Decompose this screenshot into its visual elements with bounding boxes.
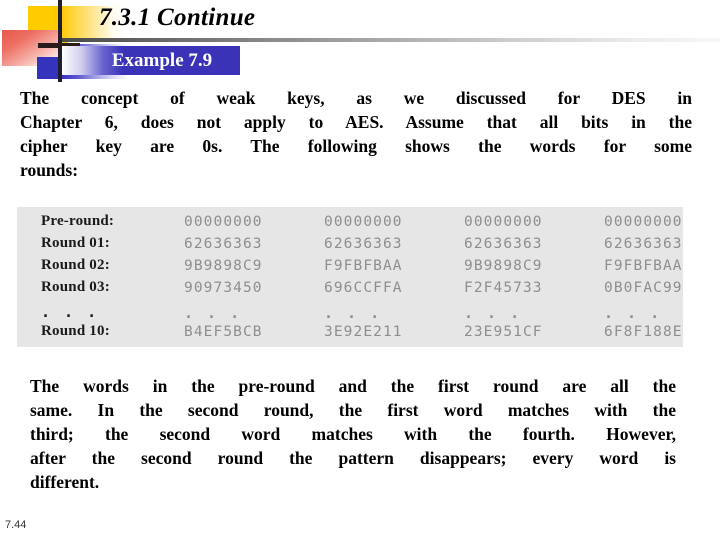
table-row: Round 03: 90973450 696CCFFA F2F45733 0B0… (17, 279, 683, 301)
table-row: Round 01: 62636363 62636363 62636363 626… (17, 235, 683, 257)
round-word: 00000000 (324, 214, 403, 230)
conclusion-paragraph-line: different. (30, 472, 100, 492)
row-label: Round 03: (41, 279, 110, 295)
round-word: 90973450 (184, 280, 263, 296)
round-word: F9FBFBAA (324, 258, 403, 274)
slide-title: 7.3.1 Continue (99, 4, 256, 31)
round-word: F9FBFBAA (604, 258, 683, 274)
round-word: F2F45733 (464, 280, 543, 296)
round-word: 62636363 (324, 236, 403, 252)
round-word: 9B9898C9 (184, 258, 263, 274)
conclusion-paragraph-line: third; the second word matches with the … (30, 424, 676, 444)
intro-paragraph-line: Chapter 6, does not apply to AES. Assume… (20, 112, 692, 132)
row-label: Round 01: (41, 235, 110, 251)
table-row: Round 02: 9B9898C9 F9FBFBAA 9B9898C9 F9F… (17, 257, 683, 279)
round-word: 23E951CF (464, 324, 543, 340)
table-row: Round 10: B4EF5BCB 3E92E211 23E951CF 6F8… (17, 323, 683, 345)
round-word: . . . (604, 304, 662, 322)
table-row-ellipsis: . . . . . . . . . . . . . . . (17, 303, 683, 325)
row-label: Pre-round: (41, 213, 115, 229)
round-word: 00000000 (604, 214, 683, 230)
round-word: 3E92E211 (324, 324, 403, 340)
conclusion-paragraph-line: The words in the pre-round and the first… (30, 376, 676, 396)
conclusion-paragraph: The words in the pre-round and the first… (30, 374, 676, 494)
round-word: 9B9898C9 (464, 258, 543, 274)
row-label: Round 02: (41, 257, 110, 273)
round-word: 6F8F188E (604, 324, 683, 340)
round-word: 62636363 (184, 236, 263, 252)
example-banner: Example 7.9 (62, 46, 240, 75)
conclusion-paragraph-line: after the second round the pattern disap… (30, 448, 676, 468)
round-word: 00000000 (184, 214, 263, 230)
round-word: . . . (464, 304, 522, 322)
row-label: Round 10: (41, 323, 110, 339)
intro-paragraph-line: cipher key are 0s. The following shows t… (20, 136, 692, 156)
intro-paragraph: The concept of weak keys, as we discusse… (20, 86, 692, 182)
page-number: 7.44 (5, 519, 27, 531)
table-row: Pre-round: 00000000 00000000 00000000 00… (17, 213, 683, 235)
intro-paragraph-line: rounds: (20, 160, 79, 180)
round-word: 62636363 (464, 236, 543, 252)
round-word: 696CCFFA (324, 280, 403, 296)
row-label: . . . (41, 303, 99, 321)
round-word: 62636363 (604, 236, 683, 252)
round-word: B4EF5BCB (184, 324, 263, 340)
conclusion-paragraph-line: same. In the second round, the first wor… (30, 400, 676, 420)
round-word: . . . (184, 304, 242, 322)
intro-paragraph-line: The concept of weak keys, as we discusse… (20, 88, 692, 108)
round-word: 00000000 (464, 214, 543, 230)
key-schedule-table: Pre-round: 00000000 00000000 00000000 00… (17, 207, 683, 347)
round-word: 0B0FAC99 (604, 280, 683, 296)
title-underline-rule (62, 38, 720, 42)
example-banner-label: Example 7.9 (111, 49, 213, 71)
round-word: . . . (324, 304, 382, 322)
